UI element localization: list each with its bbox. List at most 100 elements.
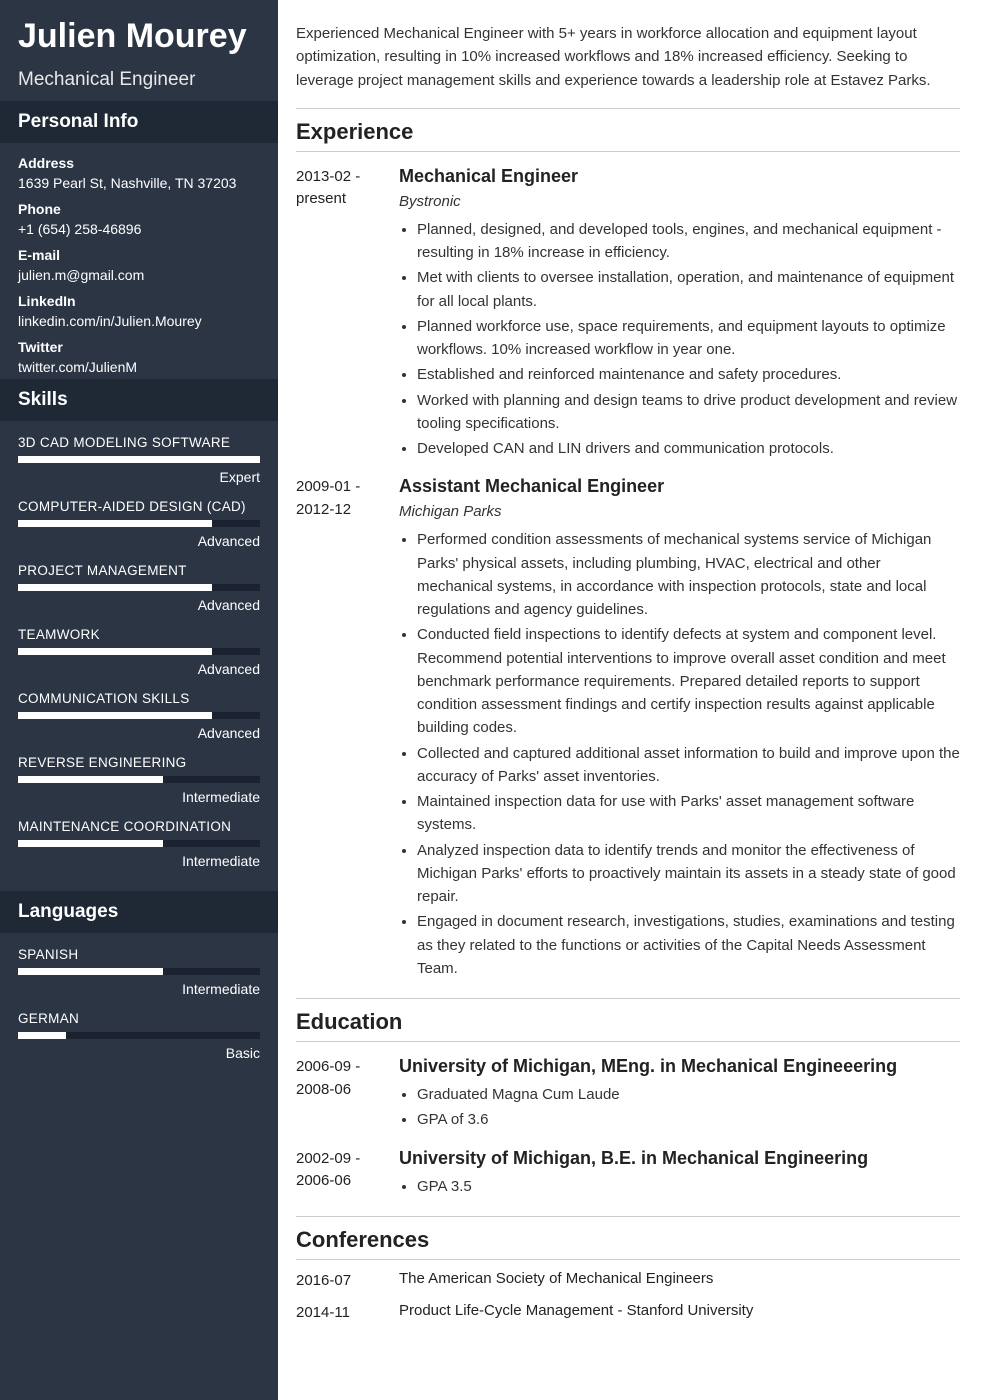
skill-bar-fill [18,712,212,719]
bullet-item: Worked with planning and design teams to… [417,389,960,436]
bullet-item: Conducted field inspections to identify … [417,623,960,739]
skill-item: SPANISH Intermediate [18,947,260,997]
entry-title: Assistant Mechanical Engineer [399,476,960,497]
summary-text: Experienced Mechanical Engineer with 5+ … [296,22,960,92]
skill-item: REVERSE ENGINEERING Intermediate [18,755,260,805]
skill-bar-fill [18,584,212,591]
skill-name: COMMUNICATION SKILLS [18,691,260,706]
education-list: 2006-09 - 2008-06University of Michigan,… [296,1056,960,1200]
skill-level: Advanced [18,725,260,741]
bullet-item: GPA 3.5 [417,1175,960,1198]
entry-title: University of Michigan, MEng. in Mechani… [399,1056,960,1077]
languages-list: SPANISH Intermediate GERMANBasic [0,933,278,1083]
conference-row: 2016-07 The American Society of Mechanica… [296,1270,960,1293]
skill-level: Advanced [18,597,260,613]
bullet-item: Performed condition assessments of mecha… [417,528,960,621]
education-entry: 2002-09 - 2006-06 University of Michigan,… [296,1148,960,1200]
entry-dates: 2013-02 - present [296,166,381,463]
conferences-heading: Conferences [296,1227,960,1253]
skill-name: REVERSE ENGINEERING [18,755,260,770]
conference-date: 2016-07 [296,1270,381,1293]
divider [296,108,960,109]
skill-item: 3D CAD MODELING SOFTWARE Expert [18,435,260,485]
education-heading: Education [296,1009,960,1035]
skill-level: Intermediate [18,853,260,869]
bullet-list: Graduated Magna Cum LaudeGPA of 3.6 [399,1083,960,1132]
skill-name: 3D CAD MODELING SOFTWARE [18,435,260,450]
skill-level: Advanced [18,661,260,677]
bullet-item: Planned, designed, and developed tools, … [417,218,960,265]
skill-item: PROJECT MANAGEMENTAdvanced [18,563,260,613]
personal-info: Address 1639 Pearl St, Nashville, TN 372… [0,143,278,379]
skill-bar [18,648,260,655]
skill-bar-fill [18,456,260,463]
sidebar-heading-skills: Skills [0,379,278,421]
skill-bar [18,776,260,783]
linkedin-value: linkedin.com/in/Julien.Mourey [18,313,260,329]
bullet-item: Graduated Magna Cum Laude [417,1083,960,1106]
address-label: Address [18,155,260,171]
person-title: Mechanical Engineer [18,69,260,91]
email-label: E-mail [18,247,260,263]
main-content: Experienced Mechanical Engineer with 5+ … [278,0,990,1400]
entry-title: University of Michigan, B.E. in Mechanic… [399,1148,960,1169]
skill-level: Expert [18,469,260,485]
skill-bar [18,968,260,975]
phone-value: +1 (654) 258-46896 [18,221,260,237]
skill-level: Intermediate [18,789,260,805]
experience-entry: 2009-01 - 2012-12 Assistant Mechanical En… [296,476,960,982]
skill-bar [18,1032,260,1039]
conference-date: 2014-11 [296,1302,381,1325]
skill-bar-fill [18,648,212,655]
skill-level: Advanced [18,533,260,549]
twitter-value: twitter.com/JulienM [18,359,260,375]
entry-title: Mechanical Engineer [399,166,960,187]
resume-page: Julien Mourey Mechanical Engineer Person… [0,0,990,1400]
skill-bar-fill [18,776,163,783]
skills-list: 3D CAD MODELING SOFTWARE Expert COMPUTER-A… [0,421,278,891]
skill-bar [18,520,260,527]
conference-name: The American Society of Mechanical Engin… [399,1270,713,1293]
experience-entry: 2013-02 - present Mechanical Engineer Byst… [296,166,960,463]
divider [296,1259,960,1260]
divider [296,1216,960,1217]
entry-company: Michigan Parks [399,503,960,520]
divider [296,1041,960,1042]
bullet-list: Performed condition assessments of mecha… [399,528,960,980]
bullet-item: Planned workforce use, space requirement… [417,315,960,362]
conferences-list: 2016-07 The American Society of Mechanica… [296,1270,960,1325]
bullet-item: Established and reinforced maintenance a… [417,363,960,386]
skill-item: TEAMWORK Advanced [18,627,260,677]
skill-level: Intermediate [18,981,260,997]
bullet-list: GPA 3.5 [399,1175,960,1198]
skill-bar-fill [18,968,163,975]
experience-heading: Experience [296,119,960,145]
conference-row: 2014-11Product Life-Cycle Management - S… [296,1302,960,1325]
skill-item: GERMANBasic [18,1011,260,1061]
entry-company: Bystronic [399,193,960,210]
bullet-item: Collected and captured additional asset … [417,742,960,789]
bullet-list: Planned, designed, and developed tools, … [399,218,960,461]
skill-name: MAINTENANCE COORDINATION [18,819,260,834]
bullet-item: Maintained inspection data for use with … [417,790,960,837]
divider [296,998,960,999]
person-name: Julien Mourey [18,18,260,55]
skill-name: TEAMWORK [18,627,260,642]
skill-bar [18,456,260,463]
skill-item: MAINTENANCE COORDINATION Intermediate [18,819,260,869]
entry-dates: 2002-09 - 2006-06 [296,1148,381,1200]
education-entry: 2006-09 - 2008-06University of Michigan,… [296,1056,960,1134]
linkedin-label: LinkedIn [18,293,260,309]
skill-bar-fill [18,1032,66,1039]
divider [296,151,960,152]
skill-name: SPANISH [18,947,260,962]
experience-list: 2013-02 - present Mechanical Engineer Byst… [296,166,960,982]
skill-item: COMMUNICATION SKILLS Advanced [18,691,260,741]
sidebar: Julien Mourey Mechanical Engineer Person… [0,0,278,1400]
skill-bar-fill [18,840,163,847]
sidebar-heading-personal: Personal Info [0,101,278,143]
entry-dates: 2009-01 - 2012-12 [296,476,381,982]
bullet-item: Engaged in document research, investigat… [417,910,960,980]
skill-item: COMPUTER-AIDED DESIGN (CAD)Advanced [18,499,260,549]
twitter-label: Twitter [18,339,260,355]
